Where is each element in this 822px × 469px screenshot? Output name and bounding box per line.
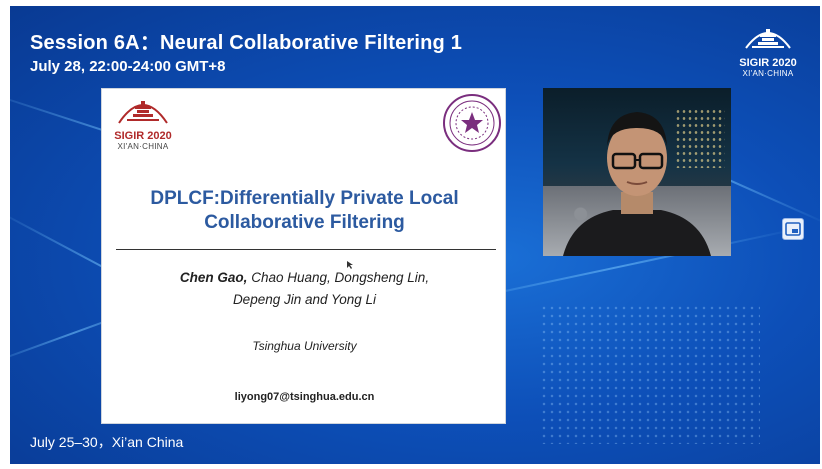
co-authors-line1: Chao Huang, Dongsheng Lin, — [247, 270, 430, 285]
tsinghua-seal-icon — [443, 94, 501, 152]
presentation-slide: SIGIR 2020 XI'AN·CHINA DPLCF:Differentia… — [101, 88, 506, 424]
picture-in-picture-icon — [785, 222, 801, 236]
corner-logo-place: XI'AN·CHINA — [742, 69, 794, 78]
slide-email: liyong07@tsinghua.edu.cn — [234, 391, 375, 403]
picture-in-picture-button[interactable] — [782, 218, 804, 240]
session-time: July 28, 22:00-24:00 GMT+8 — [30, 58, 226, 75]
pagoda-icon — [745, 29, 791, 49]
slide-logo-name: SIGIR 2020 — [114, 130, 172, 142]
sigir-slide-logo: SIGIR 2020 XI'AN·CHINA — [110, 95, 176, 151]
corner-logo-name: SIGIR 2020 — [739, 57, 797, 69]
speaker-webcam-feed — [543, 88, 731, 256]
conference-dates: July 25–30，Xi’an China — [30, 434, 184, 450]
slide-authors: Chen Gao, Chao Huang, Dongsheng Lin, Dep… — [142, 267, 467, 311]
slide-title-line2: Collaborative Filtering — [204, 212, 405, 233]
slide-affiliation: Tsinghua University — [252, 339, 357, 353]
co-authors-line2: Depeng Jin and Yong Li — [232, 292, 377, 307]
slide-title-line1: DPLCF:Differentially Private Local — [150, 188, 459, 209]
dot-pattern — [540, 304, 760, 444]
lead-author: Chen Gao, — [179, 270, 248, 285]
sigir-corner-logo: SIGIR 2020 XI'AN·CHINA — [738, 24, 798, 78]
session-title: Session 6A：Neural Collaborative Filterin… — [30, 32, 463, 54]
speaker-silhouette — [563, 112, 711, 256]
conference-background: Session 6A：Neural Collaborative Filterin… — [10, 6, 820, 464]
slide-divider — [116, 249, 496, 250]
slide-title: DPLCF:Differentially Private Local Colla… — [142, 187, 467, 235]
slide-logo-place: XI'AN·CHINA — [117, 142, 169, 151]
pagoda-icon — [118, 101, 168, 124]
